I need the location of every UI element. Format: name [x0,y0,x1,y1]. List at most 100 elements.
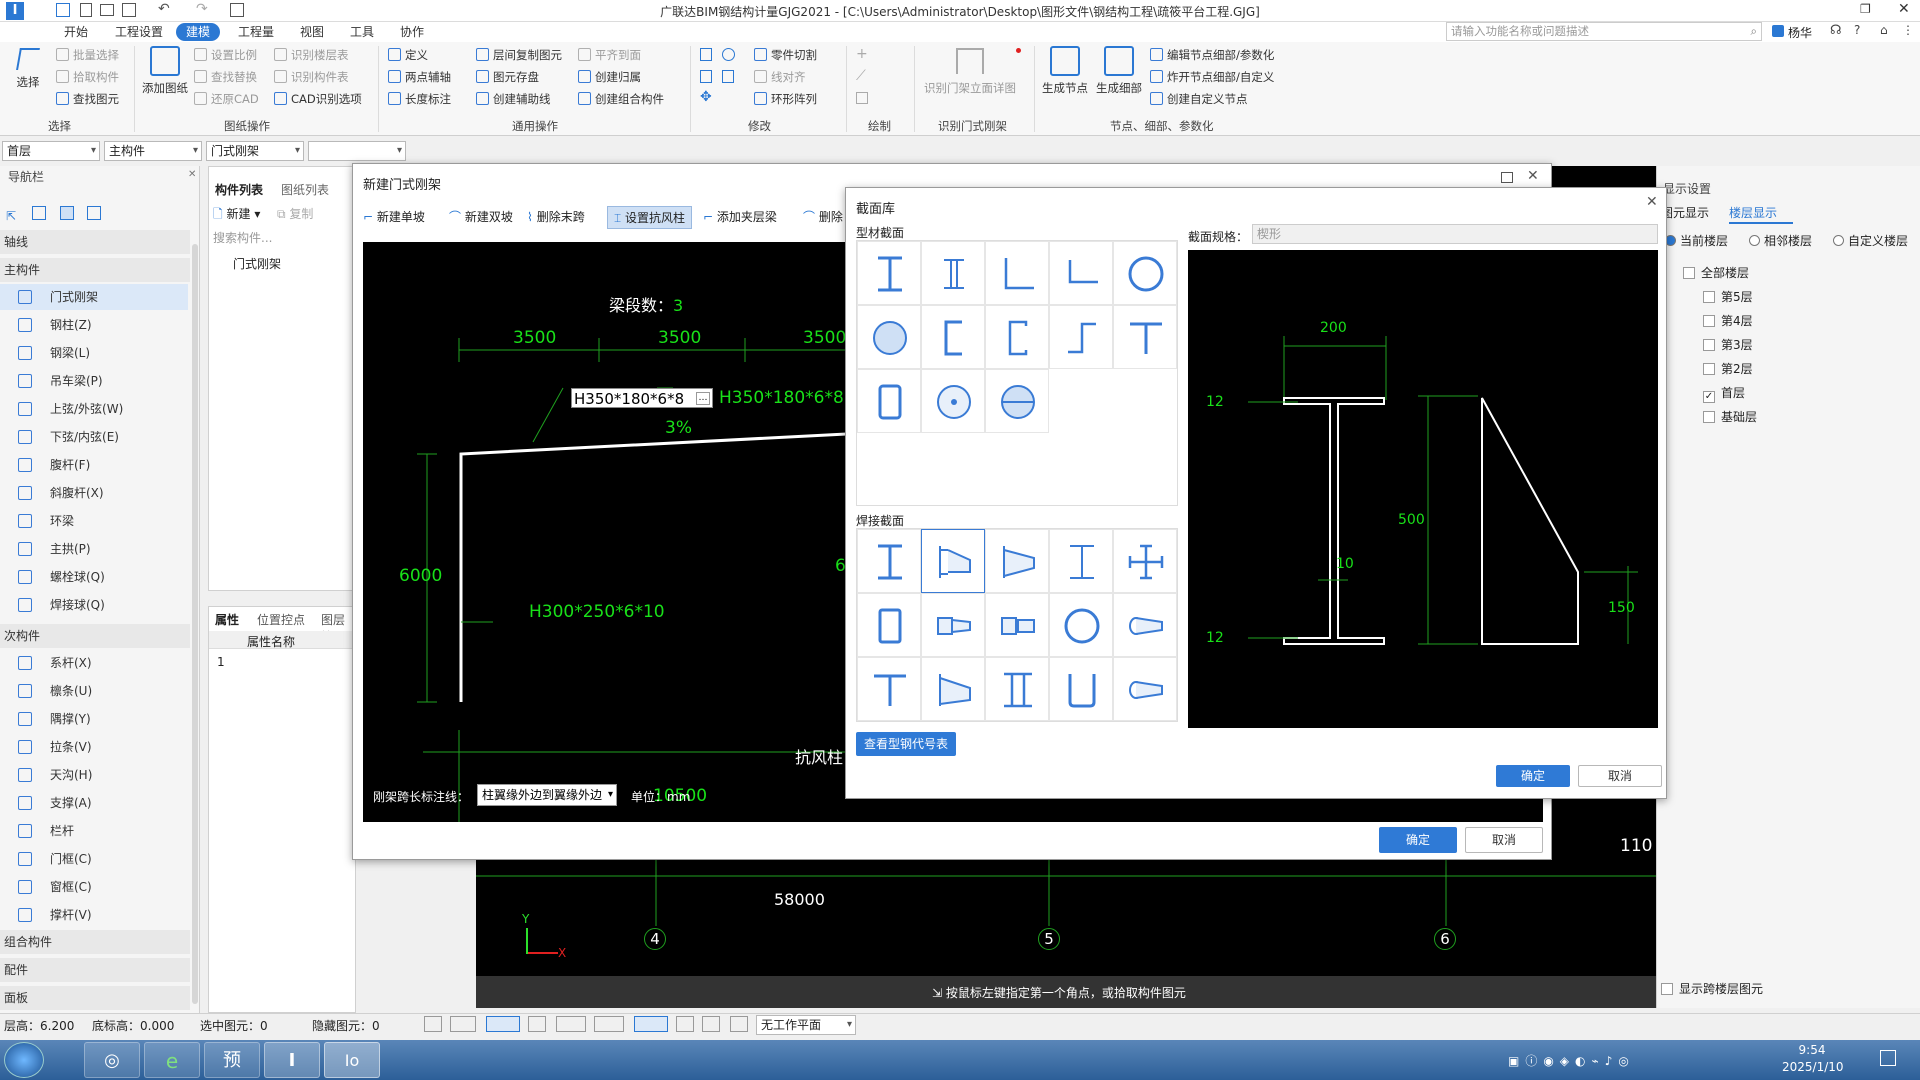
menu-collab[interactable]: 协作 [396,23,428,41]
layer-icon[interactable] [702,1016,720,1032]
component-search-input[interactable]: 搜索构件... [213,229,272,246]
generate-detail-button[interactable]: 生成细部 [1094,46,1144,96]
create-group-button[interactable]: 创建组合构件 [578,90,664,108]
ortho-icon[interactable] [424,1016,442,1032]
mirror-icon[interactable] [722,70,734,83]
floor-check-3[interactable]: 第3层 [1703,336,1753,353]
nav-section-axis[interactable]: 轴线 [0,230,190,254]
blank-select[interactable] [308,141,406,161]
snap-icon[interactable] [450,1016,476,1032]
radio-current-floor[interactable]: 当前楼层 [1665,232,1728,249]
explode-node-button[interactable]: 炸开节点细部/自定义 [1150,68,1274,86]
profile-c-section[interactable] [985,305,1049,369]
home-icon[interactable]: ⌂ [1880,23,1888,37]
delete-icon[interactable] [700,48,712,61]
copy-icon[interactable] [700,70,712,83]
floor-check-4[interactable]: 第4层 [1703,312,1753,329]
show-cross-floor-checkbox[interactable]: 显示跨楼层图元 [1661,980,1763,997]
nav-item-main-3[interactable]: 吊车梁(P) [0,368,188,394]
identify-component-table-button[interactable]: 识别构件表 [274,68,349,86]
nav-item-main-6[interactable]: 腹杆(F) [0,452,188,478]
tray-icons[interactable]: ▣ⓘ◉◈◐⌁♪◎ [1508,1052,1635,1069]
work-plane-select[interactable]: 无工作平面 [756,1015,856,1035]
welded-pipe-tapered-2[interactable] [1113,657,1177,721]
welded-double-i[interactable] [985,657,1049,721]
profile-z-section[interactable] [1049,305,1113,369]
nav-item-sub-5[interactable]: 支撑(A) [0,790,188,816]
cross-icon[interactable] [528,1016,546,1032]
menu-modeling[interactable]: 建模 [176,23,220,41]
batch-select-button[interactable]: 批量选择 [56,46,119,64]
point-draw-icon[interactable]: + [856,46,868,62]
clock-date[interactable]: 2025/1/10 [1782,1060,1844,1074]
floor-check-all[interactable]: 全部楼层 [1683,264,1749,281]
profile-pipe[interactable] [1113,241,1177,305]
detail-view-icon[interactable] [87,206,102,220]
floor-check-foundation[interactable]: 基础层 [1703,408,1757,425]
profile-h-beam[interactable] [921,241,985,305]
grid-snap-icon[interactable] [676,1016,694,1032]
new-double-slope-button[interactable]: ⌒ 新建双坡 [449,208,513,225]
slope-label[interactable]: 3% [665,418,692,438]
span-1[interactable]: 3500 [513,328,556,348]
clock-time[interactable]: 9:54 [1782,1043,1842,1057]
nav-item-main-8[interactable]: 环梁 [0,508,188,534]
pick-component-button[interactable]: 拾取构件 [56,68,119,86]
flush-to-face-button[interactable]: 平齐到面 [578,46,641,64]
length-dimension-button[interactable]: 长度标注 [388,90,451,108]
welded-box-tapered[interactable] [921,593,985,657]
edit-node-button[interactable]: 编辑节点细部/参数化 [1150,46,1274,64]
nav-item-main-0[interactable]: 门式刚架 [0,284,188,310]
welded-tapered-i[interactable] [921,529,985,593]
line-align-button[interactable]: 线对齐 [754,68,806,86]
create-aux-line-button[interactable]: 创建辅助线 [476,90,551,108]
create-custom-node-button[interactable]: 创建自定义节点 [1150,90,1248,108]
floor-check-1[interactable]: ✓ 首层 [1703,384,1745,403]
nav-item-main-4[interactable]: 上弦/外弦(W) [0,396,188,422]
find-element-button[interactable]: 查找图元 [56,90,119,108]
floor-copy-button[interactable]: 层间复制图元 [476,46,562,64]
beam-section-input[interactable]: H350*180*6*8 … [571,388,713,408]
search-input[interactable]: 请输入功能名称或问题描述 ⌕ [1446,22,1762,41]
floor-select[interactable]: 首层 [2,141,100,161]
tab-drawing-list[interactable]: 图纸列表 [281,181,329,198]
line-draw-icon[interactable]: ⟋ [856,68,866,84]
menu-quantity[interactable]: 工程量 [232,23,280,41]
nav-section-accessory[interactable]: 配件 [0,958,190,982]
welded-u-section[interactable] [1049,657,1113,721]
welded-pipe-tapered[interactable] [1113,593,1177,657]
define-button[interactable]: 定义 [388,46,428,64]
profile-weld-ball[interactable] [985,369,1049,433]
window-restore-icon[interactable]: ❐ [1860,2,1871,16]
welded-t-section[interactable] [857,657,921,721]
frame-cancel-button[interactable]: 取消 [1465,827,1543,853]
copy-component-button[interactable]: ⧉ 复制 [277,205,313,222]
nav-item-sub-8[interactable]: 窗框(C) [0,874,188,900]
taskbar-app-ie[interactable]: e [144,1042,200,1078]
dialog-maximize-icon[interactable] [1501,172,1513,183]
nav-section-secondary[interactable]: 次构件 [0,624,190,648]
profile-channel[interactable] [921,305,985,369]
avatar[interactable] [1772,25,1784,37]
curve-icon[interactable] [730,1016,748,1032]
nav-item-main-7[interactable]: 斜腹杆(X) [0,480,188,506]
tab-element-display[interactable]: 图元显示 [1661,204,1721,224]
tab-component-list[interactable]: 构件列表 [215,181,263,198]
add-drawing-button[interactable]: 添加图纸 [140,46,190,96]
nav-item-sub-4[interactable]: 天沟(H) [0,762,188,788]
identify-door-frame-button[interactable]: 识别门架立面详图 [920,48,1020,96]
frame-ok-button[interactable]: 确定 [1379,827,1457,853]
profile-bolt-ball[interactable] [921,369,985,433]
list-view-icon[interactable] [59,206,74,220]
nav-section-panel[interactable]: 面板 [0,986,190,1010]
set-scale-button[interactable]: 设置比例 [194,46,257,64]
beam-section-label[interactable]: H350*180*6*8 [719,388,844,408]
profile-unequal-angle[interactable] [1049,241,1113,305]
profile-round-bar[interactable] [857,305,921,369]
welded-box[interactable] [857,593,921,657]
welded-t-tapered[interactable] [921,657,985,721]
delete-frame-button[interactable]: ⌒ 删除 [803,208,843,225]
taskbar-app-gjg[interactable]: I [264,1042,320,1078]
menu-view[interactable]: 视图 [296,23,328,41]
profile-angle[interactable] [985,241,1049,305]
